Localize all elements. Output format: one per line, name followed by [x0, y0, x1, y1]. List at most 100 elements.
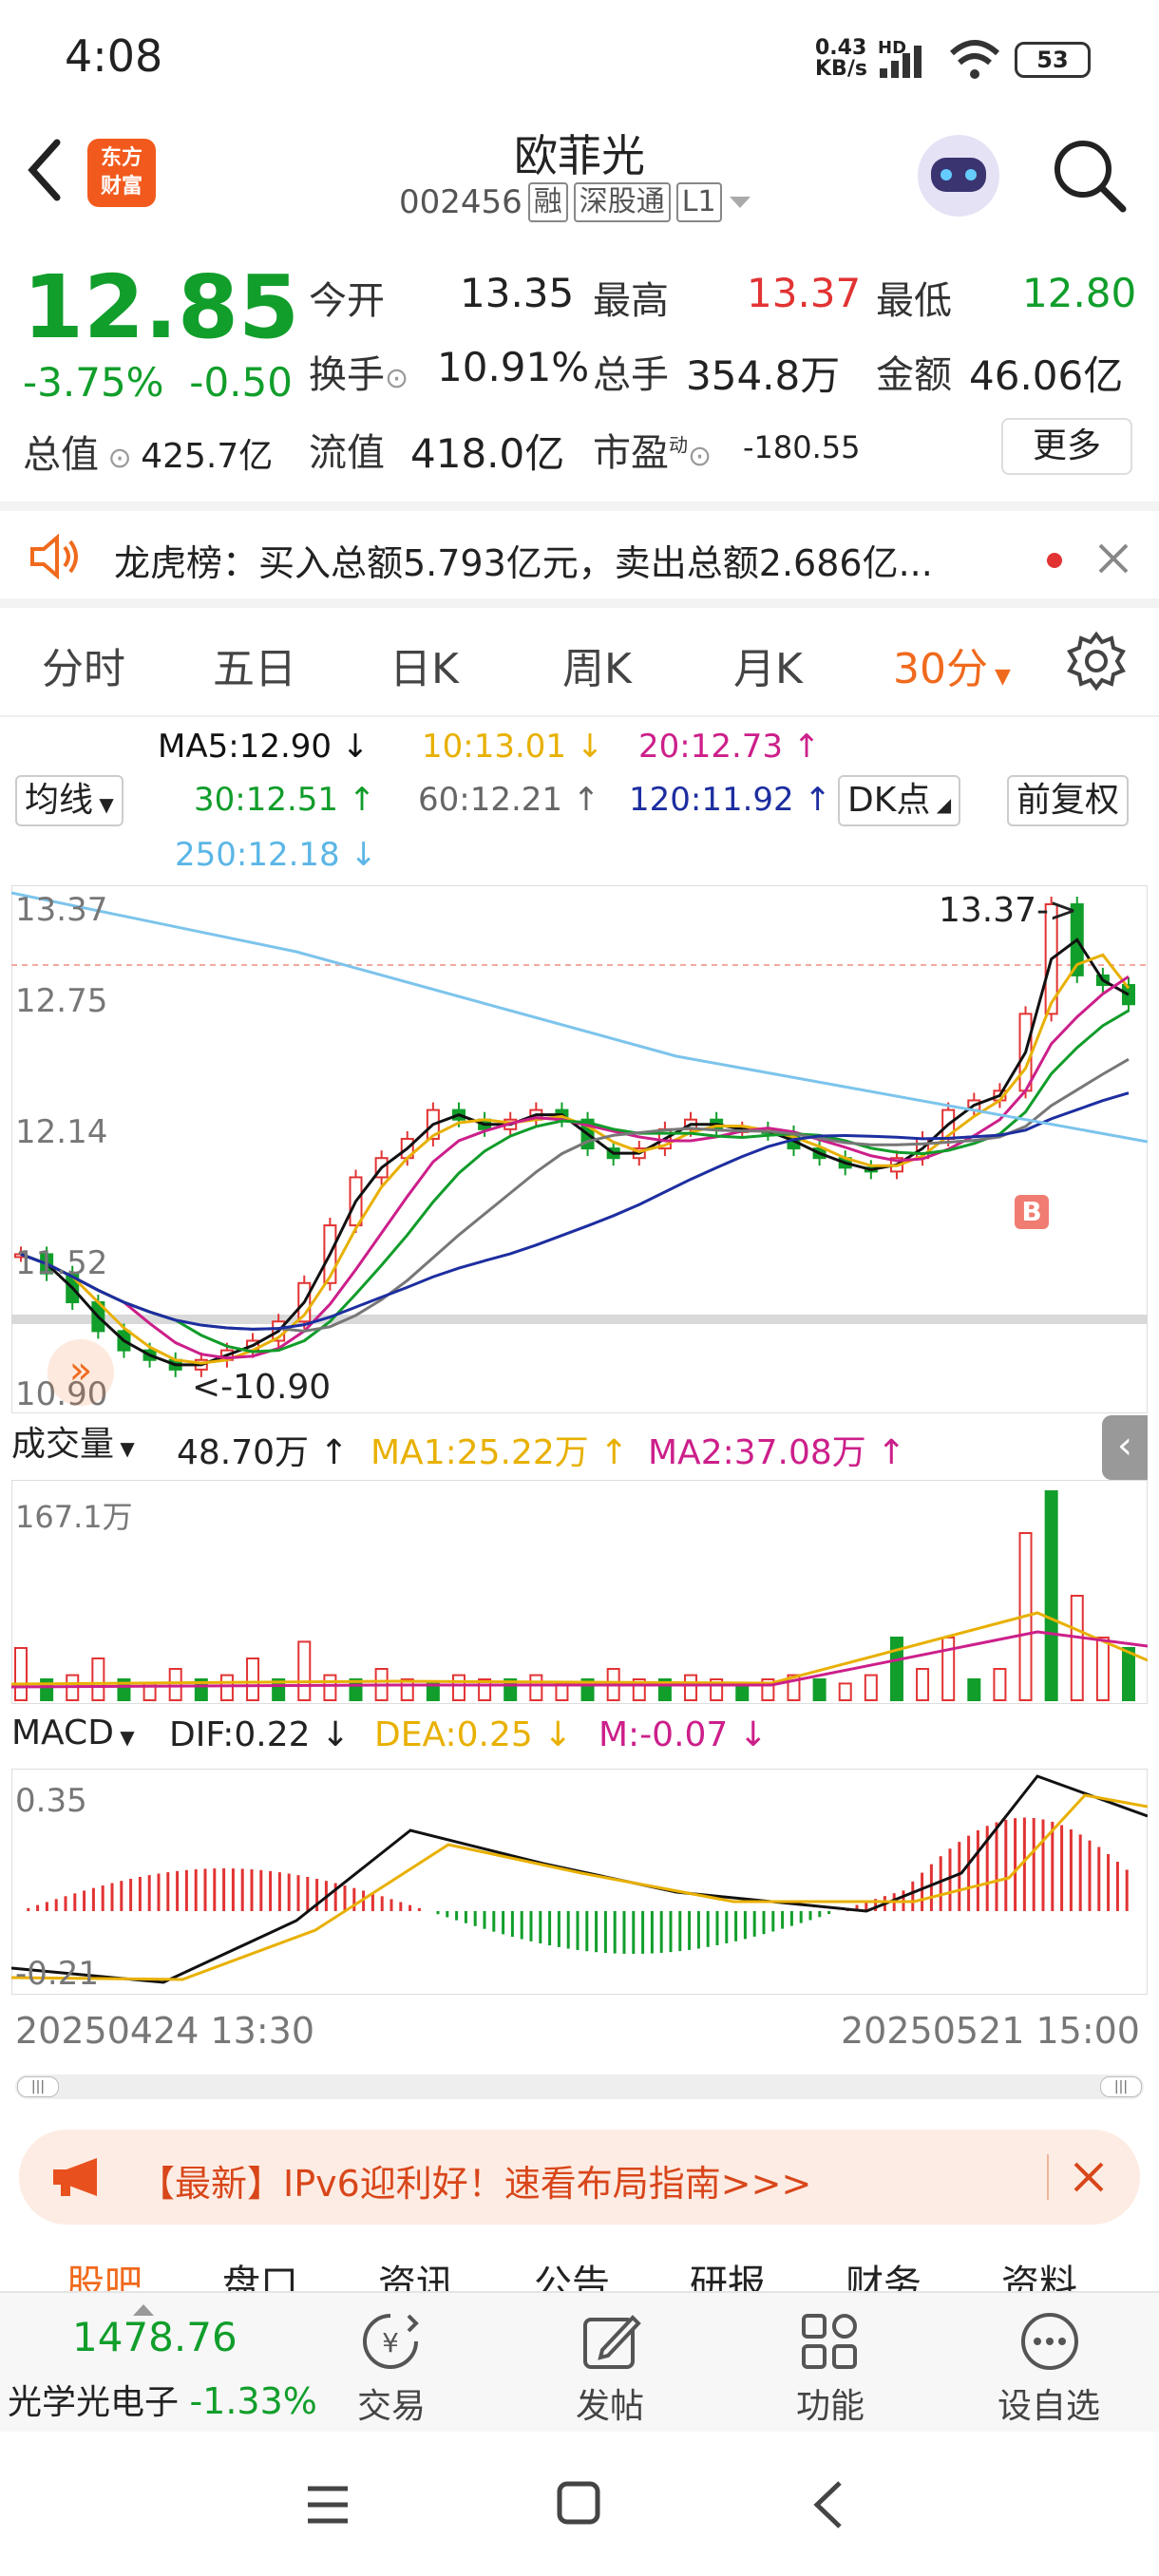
tab-forum[interactable]: 股吧 [66, 2253, 142, 2293]
notice-bar[interactable]: 龙虎榜：买入总额5.793亿元，卖出总额2.686亿... [0, 502, 1159, 608]
period-tabs: 分时 五日 日K 周K 月K 30分 ▼ [0, 608, 1159, 717]
signal-icon [880, 46, 922, 78]
open-value: 13.35 [460, 270, 575, 316]
volume-bar [993, 1668, 1007, 1701]
amount-value: 46.06亿 [969, 352, 1124, 399]
turnover-label: 换手⊙ [309, 353, 409, 397]
ma60-label: 60:12.21 ↑ [418, 781, 600, 819]
volume-bar [889, 1637, 903, 1701]
ma10-label: 10:13.01 ↓ [422, 728, 604, 766]
volume-toggle[interactable]: 成交量 ▼ [11, 1421, 135, 1472]
more-button[interactable]: 更多 [1001, 418, 1132, 475]
content-tabs: 股吧 盘口 资讯 公告 研报 财务 资料 [0, 2244, 1159, 2293]
wifi-icon [949, 40, 1000, 79]
macd-axis-bottom: -0.21 [15, 1955, 99, 1993]
tab-financials[interactable]: 财务 [846, 2253, 922, 2293]
bottom-action-bar: 1478.76 光学光电子 -1.33% ¥ 交易 发帖 功能 设自选 [0, 2291, 1159, 2434]
function-label[interactable]: 功能 [764, 2378, 897, 2428]
stock-subtitle[interactable]: 002456 融 深股通 L1 [399, 182, 752, 222]
trade-label[interactable]: 交易 [325, 2378, 458, 2428]
volume-bar [91, 1657, 105, 1701]
last-price: 12.85 [23, 256, 300, 358]
tab-research[interactable]: 研报 [690, 2253, 766, 2293]
volume-value: 354.8万 [686, 352, 841, 399]
unread-dot [1047, 553, 1062, 568]
low-marker: <-10.90 [192, 1368, 332, 1407]
tab-five-day[interactable]: 五日 [213, 635, 296, 695]
home-icon[interactable] [555, 2479, 602, 2527]
date-start: 20250424 13:30 [15, 2010, 315, 2052]
volume-ma2-label: MA2:37.08万 ↑ [648, 1433, 906, 1472]
svg-text:¥: ¥ [382, 2327, 399, 2358]
dropdown-icon[interactable] [728, 193, 752, 212]
ma-toggle[interactable]: 均线 ▼ [15, 775, 124, 826]
macd-chart[interactable] [11, 1769, 1148, 1995]
macd-dif-label: DIF:0.22 ↓ [169, 1715, 351, 1754]
low-label: 最低 [876, 279, 952, 323]
volume-bar [14, 1647, 28, 1701]
volume-chart[interactable] [11, 1480, 1148, 1704]
amount-label: 金额 [876, 353, 952, 397]
turnover-value: 10.91% [437, 344, 590, 390]
back-nav-icon[interactable] [809, 2479, 847, 2530]
adjust-button[interactable]: 前复权 [1007, 775, 1130, 826]
expand-arrow-icon[interactable]: » [48, 1339, 114, 1406]
tab-news[interactable]: 资讯 [378, 2253, 454, 2293]
tab-daily[interactable]: 日K [390, 635, 459, 695]
macd-dea-label: DEA:0.25 ↓ [374, 1715, 573, 1754]
tab-announcements[interactable]: 公告 [534, 2253, 610, 2293]
volume-bar [916, 1668, 930, 1701]
robot-assistant-icon[interactable] [918, 135, 999, 217]
sector-index-value[interactable]: 1478.76 [72, 2314, 238, 2360]
volume-bar [297, 1640, 312, 1701]
post-edit-icon[interactable] [580, 2310, 642, 2373]
open-label: 今开 [309, 279, 385, 323]
tab-orderbook[interactable]: 盘口 [222, 2253, 298, 2293]
volume-bar [451, 1674, 466, 1702]
macd-toggle[interactable]: MACD ▼ [11, 1710, 135, 1761]
dk-points-button[interactable]: DK点 ◢ [838, 775, 961, 826]
market-cap: 总值 ⊙ 425.7亿 [23, 433, 274, 477]
clock: 4:08 [65, 30, 163, 82]
promo-text: 【最新】IPv6迎利好！速看布局指南>>> [139, 2163, 812, 2205]
megaphone-icon [53, 2158, 97, 2196]
functions-grid-icon[interactable] [798, 2310, 861, 2373]
tab-30min[interactable]: 30分 ▼ [893, 635, 1011, 695]
tab-intraday[interactable]: 分时 [42, 635, 125, 695]
scroll-handle-right[interactable]: ||| [1100, 2076, 1142, 2097]
volume-bar [219, 1674, 234, 1702]
notice-text: 龙虎榜：买入总额5.793亿元，卖出总额2.686亿... [114, 542, 933, 584]
battery-icon: 53 [1015, 42, 1091, 78]
macd-axis-top: 0.35 [15, 1782, 87, 1820]
close-icon[interactable] [1094, 540, 1132, 578]
kline-chart[interactable] [11, 885, 1148, 1413]
scroll-handle-left[interactable]: ||| [17, 2076, 59, 2097]
tag-margin: 融 [527, 182, 568, 222]
high-label: 最高 [593, 279, 669, 323]
price-change: -3.75% -0.50 [23, 359, 293, 406]
search-icon[interactable] [1049, 135, 1129, 215]
buy-point-badge[interactable]: B [1015, 1195, 1049, 1229]
volume-bar [246, 1657, 260, 1701]
settings-gear-icon[interactable] [1066, 631, 1127, 691]
tab-profile[interactable]: 资料 [1001, 2253, 1077, 2293]
trade-icon[interactable]: ¥ [359, 2310, 422, 2373]
tab-monthly[interactable]: 月K [733, 635, 803, 695]
volume-bar [967, 1678, 981, 1701]
more-dots-icon[interactable] [1018, 2310, 1081, 2373]
volume-bar [941, 1637, 956, 1701]
menu-icon[interactable] [304, 2481, 352, 2529]
volume-bar [684, 1674, 698, 1702]
ma20-label: 20:12.73 ↑ [638, 728, 821, 766]
watchlist-label[interactable]: 设自选 [982, 2378, 1115, 2428]
tab-weekly[interactable]: 周K [562, 635, 632, 695]
float-value: 418.0亿 [410, 430, 565, 477]
post-label[interactable]: 发帖 [543, 2378, 676, 2428]
high-value: 13.37 [747, 270, 862, 316]
range-scrollbar[interactable]: ||| ||| [15, 2074, 1144, 2099]
close-icon[interactable] [1070, 2158, 1108, 2196]
promo-banner[interactable]: 【最新】IPv6迎利好！速看布局指南>>> [19, 2130, 1140, 2225]
macd-m-label: M:-0.07 ↓ [598, 1715, 768, 1754]
collapse-panel-button[interactable]: ‹ [1102, 1415, 1148, 1480]
sector-index[interactable]: 光学光电子 -1.33% [8, 2375, 317, 2424]
